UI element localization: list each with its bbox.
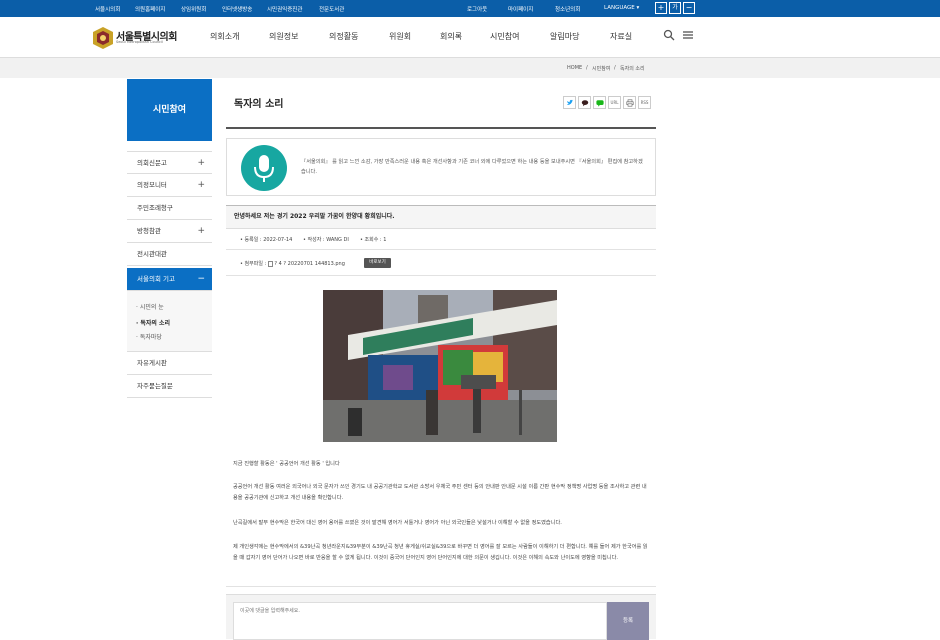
breadcrumb-sep: / xyxy=(614,65,616,71)
sidebar-item-label: 전시관대관 xyxy=(137,250,167,258)
sidebar-item-free-board[interactable]: 자유게시판 xyxy=(127,352,212,375)
menu-committee[interactable]: 위원회 xyxy=(389,31,411,42)
sidebar-item-label: 자유게시판 xyxy=(137,359,167,367)
post-paragraph: 제 개인생각에는 현수막에서의 &39난곡 청년라운지&39부분이 &39난곡 … xyxy=(233,544,648,561)
post-title: 안녕하세요 저는 경기 2022 우리말 가꿈이 한양대 황희입니다. xyxy=(226,205,656,229)
top-link-library[interactable]: 전문도서관 xyxy=(319,5,344,13)
twitter-icon[interactable] xyxy=(563,96,576,109)
language-select[interactable]: LANGUAGE ▾ xyxy=(604,5,639,11)
main-navigation: 서울특별시의회 Seoul Metropolitan Council 의회소개 … xyxy=(0,17,940,58)
menu-minutes[interactable]: 회의록 xyxy=(440,31,462,42)
breadcrumb-home[interactable]: HOME xyxy=(567,65,582,71)
post-paragraph: 난곡길에서 말부 현수막은 한국어 대신 영어 용어를 쓰였은 것이 발견해 영… xyxy=(233,520,562,526)
divider xyxy=(226,586,656,587)
search-icon[interactable] xyxy=(663,29,675,41)
sidebar-item-faq[interactable]: 자주묻는질문 xyxy=(127,375,212,398)
breadcrumb-sep: / xyxy=(586,65,588,71)
rss-button[interactable]: RSS xyxy=(638,96,651,109)
comment-box: 등록 xyxy=(226,594,656,640)
microphone-icon xyxy=(254,155,274,182)
sidebar-item-petition[interactable]: 의회신문고 + xyxy=(127,151,212,174)
top-link-member-home[interactable]: 의원홈페이지 xyxy=(135,5,165,13)
sidebar-item-label: 방청참관 xyxy=(137,227,161,235)
menu-participation[interactable]: 시민참여 xyxy=(490,31,519,42)
submenu-reader-forum[interactable]: · 독자마당 xyxy=(136,332,162,341)
post-date: • 등록일 : 2022-07-14 xyxy=(240,237,293,243)
submenu-reader-voice[interactable]: · 독자의 소리 xyxy=(136,318,170,327)
view-attachment-button[interactable]: 바로보기 xyxy=(364,258,391,268)
zoom-out-button[interactable]: − xyxy=(683,2,695,14)
post-paragraph: 공공언어 개선 활동 여러운 외국어나 외국 문자가 쓰인 경기도 내 공공기관… xyxy=(233,484,647,501)
post-image xyxy=(323,290,557,442)
council-emblem-icon[interactable] xyxy=(91,26,115,50)
plus-icon: + xyxy=(197,158,205,168)
sidebar-item-visit[interactable]: 방청참관 + xyxy=(127,220,212,243)
top-link-committee[interactable]: 상임위원회 xyxy=(181,5,206,13)
sidebar-item-label: 자주묻는질문 xyxy=(137,382,173,390)
print-icon[interactable] xyxy=(623,96,636,109)
info-box: 『서울의회』 를 읽고 느낀 소감, 가장 만족스러운 내용 혹은 개선사항과 … xyxy=(226,138,656,196)
divider xyxy=(226,275,656,276)
submenu-citizen-eye[interactable]: · 시민의 눈 xyxy=(136,302,164,311)
sidebar-submenu: · 시민의 눈 · 독자의 소리 · 독자마당 xyxy=(127,291,212,352)
attachment-label: • 첨부파일 : xyxy=(240,261,267,267)
kakao-icon[interactable] xyxy=(578,96,591,109)
sidebar-item-monitor[interactable]: 의정모니터 + xyxy=(127,174,212,197)
top-link-council[interactable]: 서울시의회 xyxy=(95,5,120,13)
breadcrumb: HOME / 시민참여 / 독자의 소리 xyxy=(0,58,940,78)
post-author: • 작성자 : WANG DI xyxy=(303,237,349,243)
sidebar-item-exhibition[interactable]: 전시관대관 xyxy=(127,243,212,266)
breadcrumb-participation[interactable]: 시민참여 xyxy=(592,65,610,72)
file-icon xyxy=(267,260,273,267)
sidebar-item-ordinance[interactable]: 주민조례청구 xyxy=(127,197,212,220)
sidebar-item-label: 의정모니터 xyxy=(137,181,167,189)
post-paragraph: 지금 진행할 활동은 ' 공공언어 개선 활동 ' 입니다 xyxy=(233,461,340,467)
plus-icon: + xyxy=(197,180,205,190)
url-copy-button[interactable]: URL xyxy=(608,96,621,109)
zoom-in-button[interactable]: + xyxy=(655,2,667,14)
zoom-reset-button[interactable]: 가 xyxy=(669,2,681,14)
menu-notice[interactable]: 알림마당 xyxy=(550,31,579,42)
logo-subtitle: Seoul Metropolitan Council xyxy=(116,40,163,44)
menu-members[interactable]: 의원정보 xyxy=(269,31,298,42)
menu-about[interactable]: 의회소개 xyxy=(210,31,239,42)
divider xyxy=(226,249,656,250)
logout-link[interactable]: 로그아웃 xyxy=(467,5,487,13)
language-label: LANGUAGE xyxy=(604,5,635,11)
sidebar-item-label: 주민조례청구 xyxy=(137,204,173,212)
post-views: • 조회수 : 1 xyxy=(360,237,387,243)
hamburger-icon[interactable] xyxy=(682,29,694,41)
minus-icon: − xyxy=(197,274,205,284)
youth-council-link[interactable]: 청소년의회 xyxy=(555,5,580,13)
caret-down-icon: ▾ xyxy=(636,5,640,11)
top-link-live[interactable]: 인터넷생방송 xyxy=(222,5,252,13)
top-link-rights[interactable]: 시민권익증진관 xyxy=(267,5,302,13)
mic-badge xyxy=(241,145,287,191)
menu-activities[interactable]: 의정활동 xyxy=(329,31,358,42)
top-utility-bar: 서울시의회 의원홈페이지 상임위원회 인터넷생방송 시민권익증진관 전문도서관 … xyxy=(0,0,940,17)
line-icon[interactable] xyxy=(593,96,606,109)
title-divider xyxy=(226,127,656,129)
page-title: 독자의 소리 xyxy=(234,99,284,110)
attachment-filename[interactable]: ? 4 ? 20220701 144813.png xyxy=(274,261,345,267)
sidebar-item-label: 서울의회 기고 xyxy=(137,275,175,283)
info-text: 『서울의회』 를 읽고 느낀 소감, 가장 만족스러운 내용 혹은 개선사항과 … xyxy=(301,159,643,175)
menu-archive[interactable]: 자료실 xyxy=(610,31,632,42)
mypage-link[interactable]: 마이페이지 xyxy=(508,5,533,13)
comment-submit-button[interactable]: 등록 xyxy=(607,602,649,640)
comment-input[interactable] xyxy=(233,602,607,640)
sidebar-item-label: 의회신문고 xyxy=(137,159,167,167)
attachment-row: • 첨부파일 : ? 4 ? 20220701 144813.png xyxy=(240,260,345,267)
breadcrumb-current: 독자의 소리 xyxy=(620,66,645,72)
plus-icon: + xyxy=(197,226,205,236)
sidebar-title: 시민참여 xyxy=(127,79,212,141)
sidebar-item-contribution[interactable]: 서울의회 기고 − xyxy=(127,268,212,291)
